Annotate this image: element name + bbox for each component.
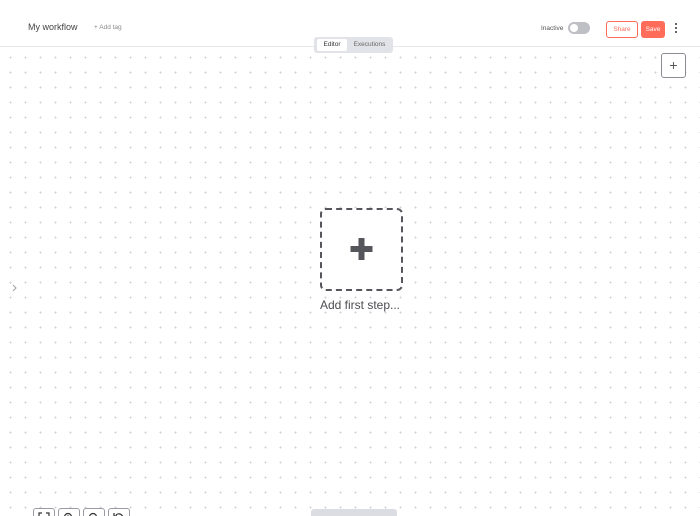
zoom-out-icon [89, 512, 97, 516]
chevron-right-icon[interactable] [12, 283, 17, 293]
add-first-step-button[interactable] [320, 208, 403, 291]
fit-view-button[interactable] [33, 508, 55, 516]
fit-view-icon [38, 512, 50, 516]
toggle-knob [570, 24, 578, 32]
tab-executions[interactable]: Executions [349, 39, 390, 51]
tab-editor[interactable]: Editor [317, 39, 347, 51]
workflow-editor: My workflow + Add tag Inactive Share Sav… [0, 0, 700, 516]
more-options-icon[interactable] [673, 23, 679, 35]
plus-icon: + [669, 57, 678, 73]
share-button[interactable]: Share [606, 21, 638, 38]
open-nodes-panel-button[interactable]: + [661, 53, 686, 78]
add-first-step-label[interactable]: Add first step... [300, 298, 420, 312]
save-button[interactable]: Save [641, 21, 665, 38]
plus-icon [350, 238, 373, 260]
zoom-out-button[interactable] [83, 508, 105, 516]
zoom-in-icon [64, 512, 72, 516]
view-tabs: Editor Executions [314, 37, 393, 53]
reset-zoom-icon [113, 513, 124, 516]
zoom-in-button[interactable] [58, 508, 80, 516]
workflow-name[interactable]: My workflow [28, 22, 78, 32]
reset-zoom-button[interactable] [108, 508, 130, 516]
add-tag-link[interactable]: + Add tag [94, 24, 122, 31]
activation-toggle[interactable] [568, 22, 590, 34]
activation-status-label: Inactive [541, 24, 564, 32]
bottom-panel-handle[interactable] [311, 509, 397, 516]
